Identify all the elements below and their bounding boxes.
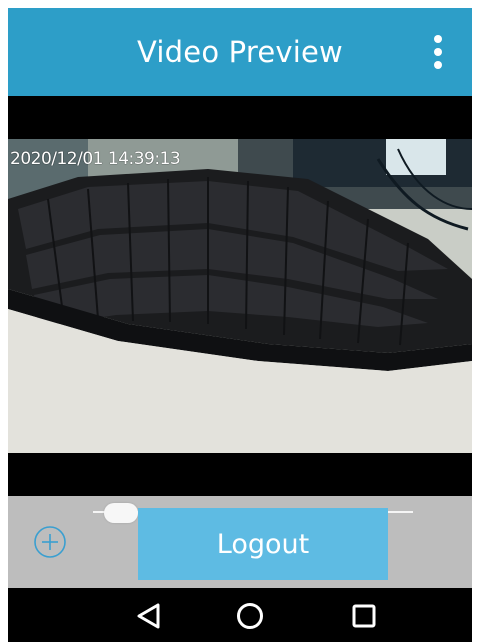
zoom-in-icon[interactable] — [32, 524, 68, 560]
recents-square-icon[interactable] — [348, 600, 380, 632]
zoom-slider-thumb[interactable] — [104, 503, 138, 523]
video-preview: 2020/12/01 14:39:13 — [8, 96, 472, 496]
control-panel: Logout — [8, 496, 472, 588]
video-timestamp: 2020/12/01 14:39:13 — [10, 149, 181, 169]
logout-button[interactable]: Logout — [138, 508, 388, 580]
phone-screen: Video Preview 2020/12/01 14:39:13 Logout — [8, 8, 472, 642]
back-triangle-icon[interactable] — [133, 600, 165, 632]
app-bar: Video Preview — [8, 8, 472, 96]
home-circle-icon[interactable] — [234, 600, 266, 632]
android-nav-bar — [8, 588, 472, 642]
page-title: Video Preview — [137, 35, 343, 69]
camera-frame: 2020/12/01 14:39:13 — [8, 139, 472, 453]
overflow-menu-icon[interactable] — [418, 30, 458, 74]
camera-scene-image — [8, 139, 472, 453]
